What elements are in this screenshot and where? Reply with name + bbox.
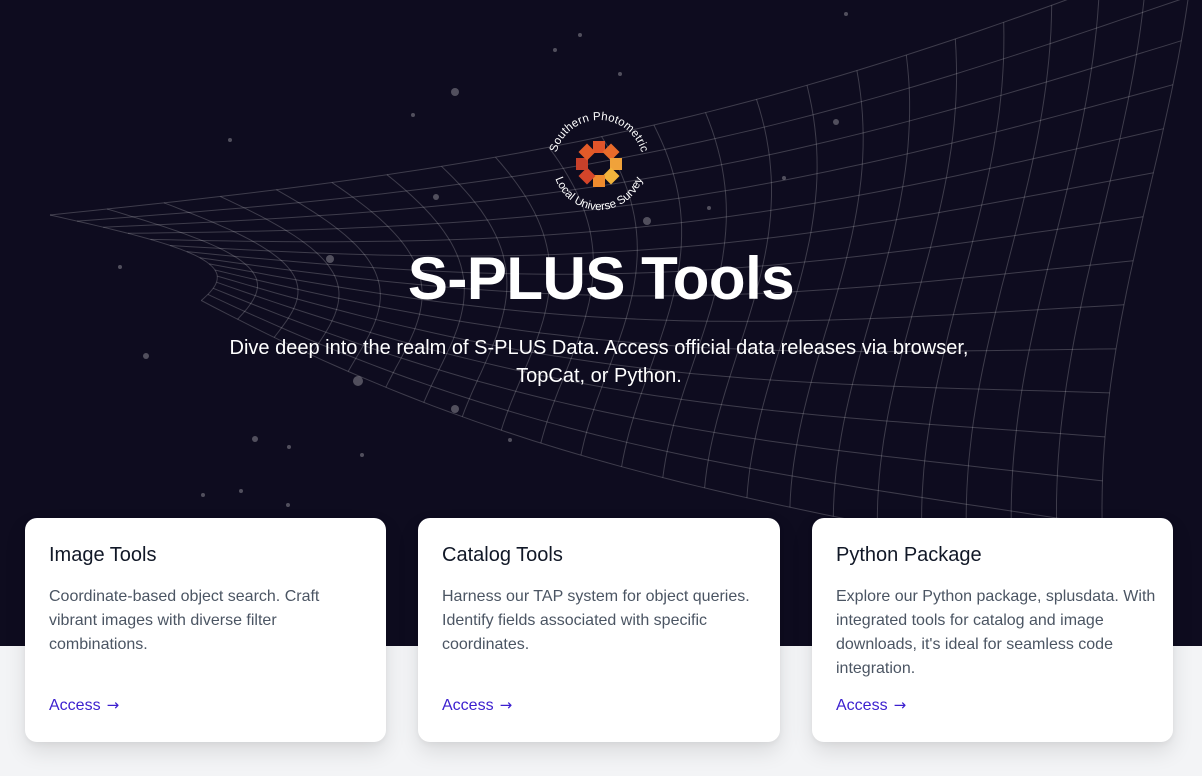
logo-sun-icon [576,141,622,187]
star-dot [833,119,839,125]
card-description: Coordinate-based object search. Craft vi… [49,588,320,653]
logo-petal [593,141,605,153]
star-dot [411,113,415,117]
access-link-image-tools[interactable]: Access → [49,694,119,717]
logo-petal [593,175,605,187]
star-dot [707,206,711,210]
page-subtitle: Dive deep into the realm of S-PLUS Data.… [229,337,969,387]
logo-petal [610,158,622,170]
star-dot [451,88,459,96]
access-link-python-package[interactable]: Access → [836,694,906,717]
star-dot [508,438,512,442]
star-dot [618,72,622,76]
star-dot [143,353,149,359]
card-title: Python Package [836,544,982,566]
access-link-label: Access [836,697,888,714]
s-plus-logo: Southern Photometric Local Universe Surv… [548,111,650,213]
logo-petal [602,143,620,161]
logo-petal [578,167,596,185]
logo-petal [602,167,620,185]
card-description: Harness our TAP system for object querie… [442,588,750,653]
star-dot [286,503,290,507]
star-dot [252,436,258,442]
card-title: Image Tools [49,544,157,566]
grid-line [207,293,1103,526]
star-dot [239,489,243,493]
star-dot [782,176,786,180]
card-description: Explore our Python package, splusdata. W… [836,588,1156,677]
access-link-label: Access [49,697,101,714]
arrow-right-icon: → [893,696,907,714]
page-title: S-PLUS Tools [407,245,795,312]
arrow-right-icon: → [106,696,120,714]
card-image-tools: Image Tools Coordinate-based object sear… [25,518,386,742]
star-dot [228,138,232,142]
star-dot [451,405,459,413]
star-dot [578,33,582,37]
card-catalog-tools: Catalog Tools Harness our TAP system for… [418,518,780,742]
star-dot [553,48,557,52]
card-python-package: Python Package Explore our Python packag… [812,518,1173,742]
star-dot [201,493,205,497]
star-dot [844,12,848,16]
logo-petal [576,158,588,170]
card-title: Catalog Tools [442,544,563,566]
access-link-label: Access [442,697,494,714]
star-dot [360,453,364,457]
access-link-catalog-tools[interactable]: Access → [442,694,512,717]
logo-petal [578,143,596,161]
star-dot [287,445,291,449]
arrow-right-icon: → [499,696,513,714]
star-dot [433,194,439,200]
